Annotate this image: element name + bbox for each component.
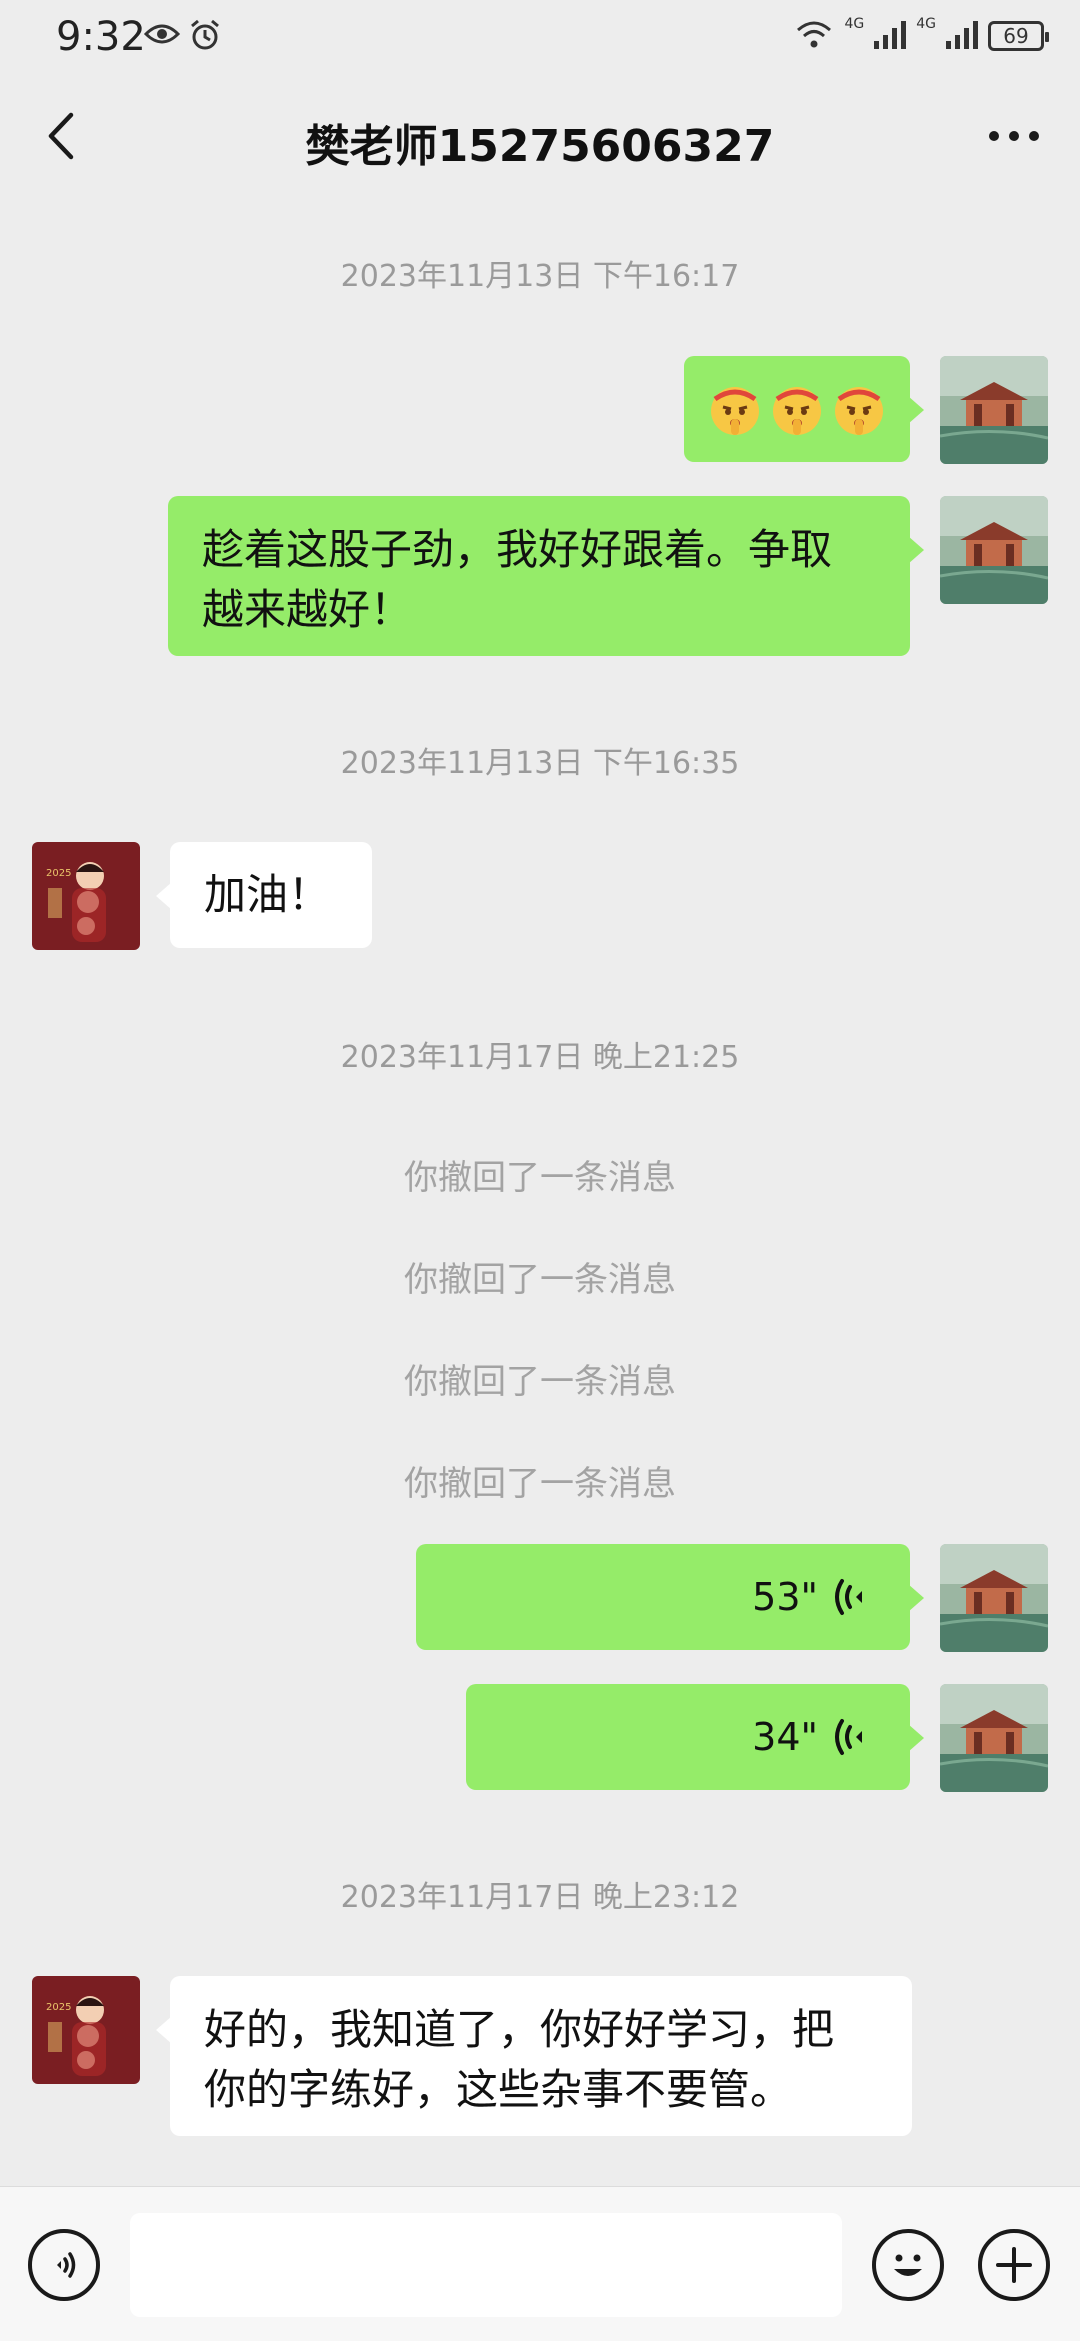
recalled-message-notice: 你撤回了一条消息 — [404, 1362, 676, 1402]
recalled-message-notice: 你撤回了一条消息 — [404, 1158, 676, 1198]
voice-input-toggle-button[interactable] — [28, 2229, 100, 2301]
emoji-shush-face-icon — [835, 387, 883, 435]
contact-avatar[interactable]: 2025 — [32, 1976, 140, 2084]
message-text: 趁着这股子劲，我好好跟着。争取 — [202, 525, 833, 574]
outgoing-text-message[interactable]: 趁着这股子劲，我好好跟着。争取 越来越好！ — [168, 496, 924, 656]
message-text: 好的，我知道了，你好好学习，把 — [204, 2005, 835, 2054]
incoming-text-message[interactable]: 好的，我知道了，你好好学习，把 你的字练好，这些杂事不要管。 — [156, 1976, 912, 2136]
message-text: 你的字练好，这些杂事不要管。 — [204, 2065, 793, 2114]
more-functions-button[interactable] — [978, 2229, 1050, 2301]
svg-text:2025: 2025 — [46, 868, 71, 879]
emoji-button[interactable] — [872, 2229, 944, 2301]
chat-title: 樊老师15275606327 — [305, 121, 775, 172]
my-avatar[interactable] — [940, 1684, 1048, 1792]
message-text: 加油！ — [204, 870, 331, 919]
more-options-button[interactable] — [974, 106, 1054, 166]
message-text-input[interactable] — [130, 2213, 842, 2317]
smiley-icon — [894, 2254, 922, 2276]
chat-input-bar — [0, 2186, 1080, 2341]
signal-icon — [946, 19, 978, 53]
voice-wave-icon — [835, 1719, 862, 1755]
status-time: 9:32 — [56, 14, 146, 60]
my-avatar[interactable] — [940, 496, 1048, 604]
voice-duration: 53" — [752, 1575, 818, 1619]
voice-duration: 34" — [752, 1715, 818, 1759]
message-timestamp: 2023年11月17日 晚上21:25 — [340, 1040, 740, 1075]
contact-avatar[interactable]: 2025 — [32, 842, 140, 950]
incoming-text-message[interactable]: 加油！ — [156, 842, 372, 948]
eye-icon — [143, 22, 181, 50]
my-avatar[interactable] — [940, 1544, 1048, 1652]
voice-mode-icon — [57, 2252, 76, 2278]
message-timestamp: 2023年11月13日 下午16:35 — [340, 746, 740, 781]
recalled-message-notice: 你撤回了一条消息 — [404, 1260, 676, 1300]
my-avatar[interactable] — [940, 356, 1048, 464]
plus-icon — [996, 2247, 1032, 2283]
wifi-icon — [794, 18, 834, 54]
emoji-shush-face-icon — [711, 387, 759, 435]
alarm-icon — [188, 18, 222, 56]
battery-level: 69 — [1003, 24, 1029, 48]
outgoing-voice-message[interactable]: 34" — [466, 1684, 924, 1790]
outgoing-voice-message[interactable]: 53" — [416, 1544, 924, 1650]
network-type-label: 4G — [844, 16, 865, 32]
signal-icon — [874, 19, 907, 53]
status-icons: 4G 4G 69 — [794, 16, 1049, 54]
message-timestamp: 2023年11月17日 晚上23:12 — [340, 1880, 740, 1915]
outgoing-emoji-message[interactable] — [684, 356, 924, 462]
svg-text:2025: 2025 — [46, 2002, 71, 2013]
message-timestamp: 2023年11月13日 下午16:17 — [340, 259, 740, 294]
recalled-message-notice: 你撤回了一条消息 — [404, 1464, 676, 1504]
status-bar: 9:32 4G 4G 69 — [0, 0, 1080, 76]
message-text: 越来越好！ — [202, 585, 413, 634]
battery-icon: 69 — [988, 21, 1049, 51]
voice-wave-icon — [835, 1579, 862, 1615]
emoji-shush-face-icon — [773, 387, 821, 435]
chat-header: 樊老师15275606327 — [0, 76, 1080, 204]
more-dots-icon — [989, 131, 1039, 141]
network-type-label: 4G — [916, 16, 936, 32]
